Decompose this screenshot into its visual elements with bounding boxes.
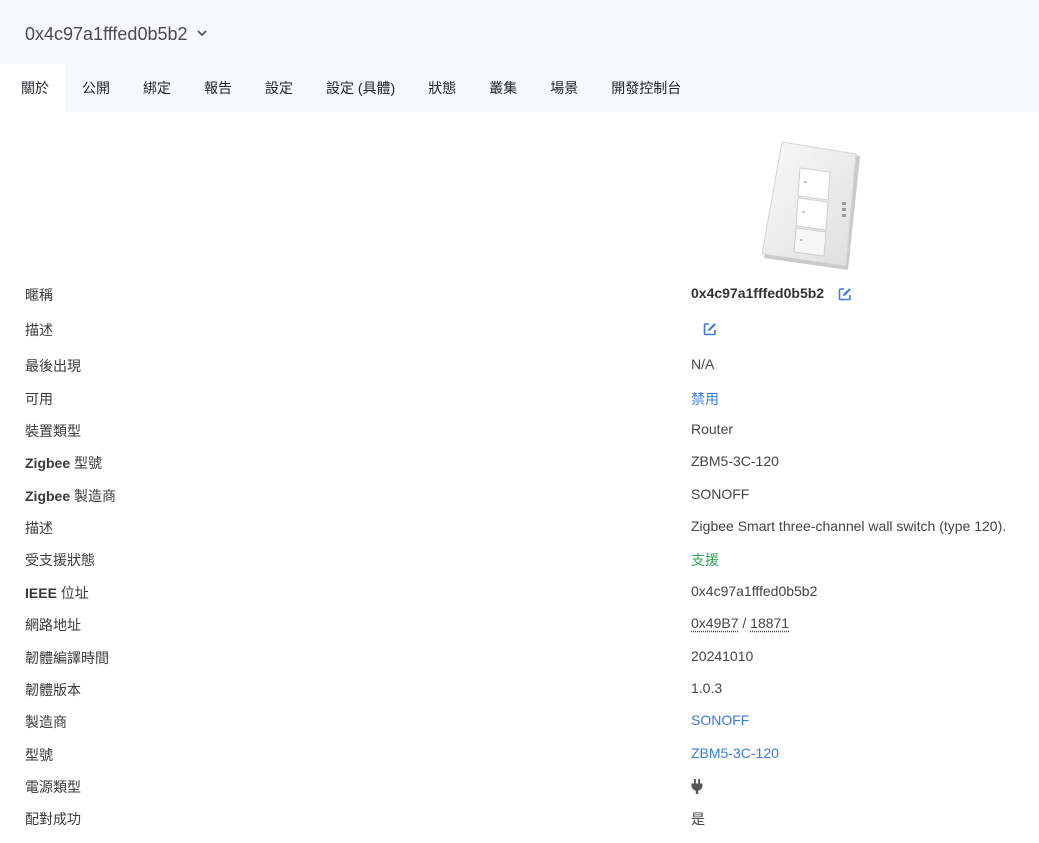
edit-icon[interactable] (703, 322, 717, 336)
manufacturer-link[interactable]: SONOFF (691, 712, 749, 728)
tab-reporting[interactable]: 報告 (187, 64, 248, 112)
row-ieee-address: IEEE 位址 0x4c97a1fffed0b5b2 (0, 579, 1039, 607)
manufacturer-label: 製造商 (25, 714, 67, 730)
tab-settings-specific[interactable]: 設定 (具體) (309, 64, 411, 112)
row-description-edit: 描述 (0, 316, 1039, 344)
availability-link[interactable]: 禁用 (691, 389, 719, 409)
ieee-address-label: IEEE 位址 (25, 583, 89, 603)
tab-settings[interactable]: 設定 (248, 64, 309, 112)
friendly-name-value: 0x4c97a1fffed0b5b2 (691, 285, 852, 301)
plug-icon (691, 779, 703, 798)
row-power-source: 電源類型 (0, 773, 1039, 801)
row-manufacturer: 製造商 SONOFF (0, 708, 1039, 736)
row-last-seen: 最後出現 N/A (0, 352, 1039, 380)
friendly-name-text: 0x4c97a1fffed0b5b2 (691, 285, 825, 301)
row-network-address: 網路地址 0x49B7 / 18871 (0, 611, 1039, 639)
support-status-value[interactable]: 支援 (691, 550, 719, 570)
ieee-address-value: 0x4c97a1fffed0b5b2 (691, 583, 818, 599)
availability-label: 可用 (25, 391, 53, 407)
row-friendly-name: 暱稱 0x4c97a1fffed0b5b2 (0, 281, 1039, 309)
network-address-label: 網路地址 (25, 617, 81, 633)
last-seen-label: 最後出現 (25, 358, 81, 374)
last-seen-value: N/A (691, 356, 715, 372)
friendly-name-label: 暱稱 (25, 287, 53, 303)
power-source-label: 電源類型 (25, 779, 81, 795)
interview-completed-value: 是 (691, 811, 705, 827)
tab-clusters[interactable]: 叢集 (472, 64, 533, 112)
row-device-type: 裝置類型 Router (0, 417, 1039, 445)
device-title-text: 0x4c97a1fffed0b5b2 (25, 23, 188, 44)
zigbee-manufacturer-label: Zigbee 製造商 (25, 486, 116, 506)
row-firmware-version: 韌體版本 1.0.3 (0, 676, 1039, 704)
tab-scene[interactable]: 場景 (533, 64, 594, 112)
device-image (761, 141, 862, 272)
device-type-label: 裝置類型 (25, 423, 81, 439)
tab-about[interactable]: 關於 (4, 64, 65, 112)
tab-bind[interactable]: 綁定 (126, 64, 187, 112)
network-address-value: 0x49B7 / 18871 (691, 615, 789, 631)
support-status-label: 受支援狀態 (25, 552, 95, 568)
zigbee-model-label-bold: Zigbee (25, 455, 71, 471)
device-selector[interactable]: 0x4c97a1fffed0b5b2 (25, 20, 207, 48)
row-model: 型號 ZBM5-3C-120 (0, 741, 1039, 769)
row-description: 描述 Zigbee Smart three-channel wall switc… (0, 514, 1039, 542)
firmware-version-label: 韌體版本 (25, 682, 81, 698)
model-label: 型號 (25, 747, 53, 763)
interview-completed-label: 配對成功 (25, 811, 81, 827)
chevron-down-icon (196, 28, 207, 40)
network-address-separator: / (738, 615, 751, 631)
tab-dev-console[interactable]: 開發控制台 (594, 64, 697, 112)
description-edit-value (703, 320, 717, 336)
edit-icon[interactable] (838, 287, 852, 301)
firmware-build-date-value: 20241010 (691, 648, 754, 664)
zigbee-model-label: Zigbee 型號 (25, 453, 102, 473)
network-address-hex: 0x49B7 (691, 615, 739, 631)
device-header: 0x4c97a1fffed0b5b2 (0, 0, 1039, 64)
row-zigbee-model: Zigbee 型號 ZBM5-3C-120 (0, 449, 1039, 477)
description-label: 描述 (25, 520, 53, 536)
zigbee-model-value: ZBM5-3C-120 (691, 453, 779, 469)
row-zigbee-manufacturer: Zigbee 製造商 SONOFF (0, 482, 1039, 510)
tab-exposes[interactable]: 公開 (65, 64, 126, 112)
zigbee-manufacturer-value: SONOFF (691, 486, 750, 502)
description-edit-label: 描述 (25, 322, 53, 338)
device-tabs: 關於 公開 綁定 報告 設定 設定 (具體) 狀態 叢集 場景 開發控制台 (4, 64, 1039, 112)
tab-state[interactable]: 狀態 (411, 64, 472, 112)
zigbee-manufacturer-label-rest: 製造商 (70, 488, 117, 504)
firmware-build-date-label: 韌體編譯時間 (25, 650, 109, 666)
ieee-address-label-rest: 位址 (56, 585, 89, 601)
device-page: 0x4c97a1fffed0b5b2 關於 公開 綁定 報告 設定 設定 (具體… (0, 0, 1039, 843)
ieee-address-label-bold: IEEE (25, 585, 57, 601)
row-support-status: 受支援狀態 支援 (0, 546, 1039, 574)
row-firmware-build-date: 韌體編譯時間 20241010 (0, 644, 1039, 672)
row-interview-completed: 配對成功 是 (0, 805, 1039, 833)
zigbee-model-label-rest: 型號 (70, 455, 103, 471)
network-address-dec: 18871 (750, 615, 790, 631)
device-type-value: Router (691, 421, 734, 437)
description-value: Zigbee Smart three-channel wall switch (… (691, 518, 1007, 534)
row-availability: 可用 禁用 (0, 385, 1039, 413)
zigbee-manufacturer-label-bold: Zigbee (25, 488, 71, 504)
model-link[interactable]: ZBM5-3C-120 (691, 745, 779, 761)
firmware-version-value: 1.0.3 (691, 680, 723, 696)
